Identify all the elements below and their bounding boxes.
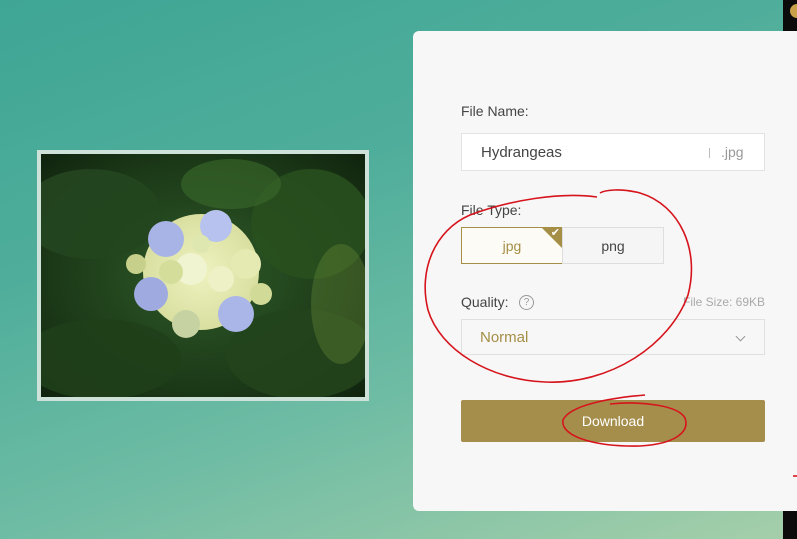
chevron-down-icon — [735, 331, 746, 342]
question-circle-icon[interactable]: ? — [519, 295, 534, 310]
file-type-png-button[interactable]: png — [562, 227, 664, 264]
quality-select[interactable]: Normal — [461, 319, 765, 355]
hydrangea-photo — [41, 154, 365, 397]
file-extension: .jpg — [721, 144, 744, 160]
check-icon: ✔ — [550, 227, 560, 239]
file-type-png-label: png — [601, 237, 625, 254]
quality-label: Quality: — [461, 294, 509, 310]
image-preview — [37, 150, 369, 401]
quality-selected-value: Normal — [480, 329, 529, 346]
file-type-label: File Type: — [461, 202, 522, 218]
file-type-jpg-label: jpg — [502, 237, 522, 254]
file-name-input[interactable] — [462, 134, 721, 170]
file-type-jpg-button[interactable]: jpg ✔ — [461, 227, 563, 264]
download-button[interactable]: Download — [461, 400, 765, 442]
export-panel: File Name: .jpg File Type: jpg ✔ png Qua… — [413, 31, 797, 511]
file-name-field[interactable]: .jpg — [461, 133, 765, 171]
file-name-label: File Name: — [461, 103, 529, 119]
extension-divider — [709, 148, 710, 158]
file-size-text: File Size: 69KB — [683, 295, 766, 309]
